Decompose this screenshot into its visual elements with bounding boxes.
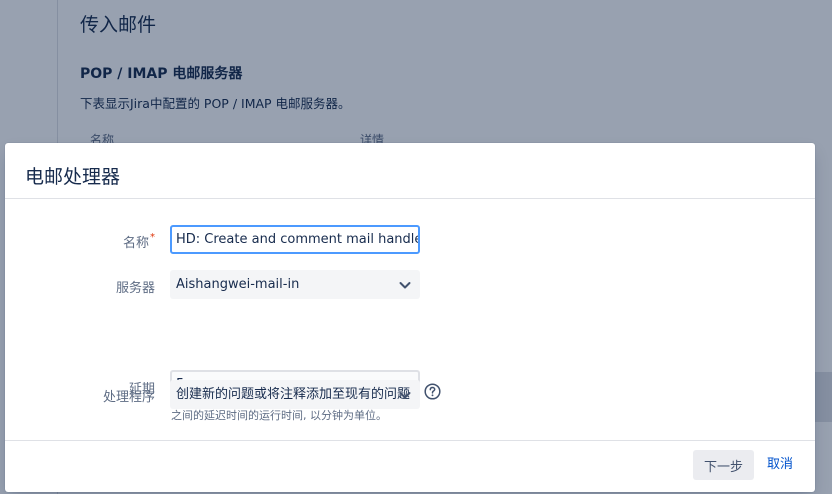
mail-handler-dialog: 电邮处理器 名称* HD: Create and comment mail ha… [5, 143, 815, 492]
next-button[interactable]: 下一步 [693, 450, 755, 480]
server-select-value: Aishangwei-mail-in [176, 277, 300, 292]
handler-select-value: 创建新的问题或将注释添加至现有的问题 [176, 387, 411, 402]
cancel-link[interactable]: 取消 [767, 450, 793, 480]
dialog-header: 电邮处理器 [5, 143, 815, 199]
delay-hint: 之间的延迟时间的运行时间, 以分钟为单位。 [171, 409, 387, 422]
name-input[interactable]: HD: Create and comment mail handler [170, 225, 420, 254]
delay-label: 延期 [128, 382, 155, 397]
server-label: 服务器 [115, 281, 155, 296]
name-label: 名称* [5, 232, 155, 251]
chevron-down-icon [399, 282, 411, 289]
question-circle-icon[interactable] [424, 383, 441, 400]
handler-select[interactable]: 创建新的问题或将注释添加至现有的问题 [170, 380, 420, 409]
server-select[interactable]: Aishangwei-mail-in [170, 270, 420, 299]
required-marker: * [150, 232, 155, 243]
name-label-text: 名称 [122, 236, 149, 251]
chevron-down-icon [399, 392, 411, 399]
dialog-title: 电邮处理器 [25, 166, 121, 188]
dialog-footer: 下一步 取消 [5, 441, 815, 492]
